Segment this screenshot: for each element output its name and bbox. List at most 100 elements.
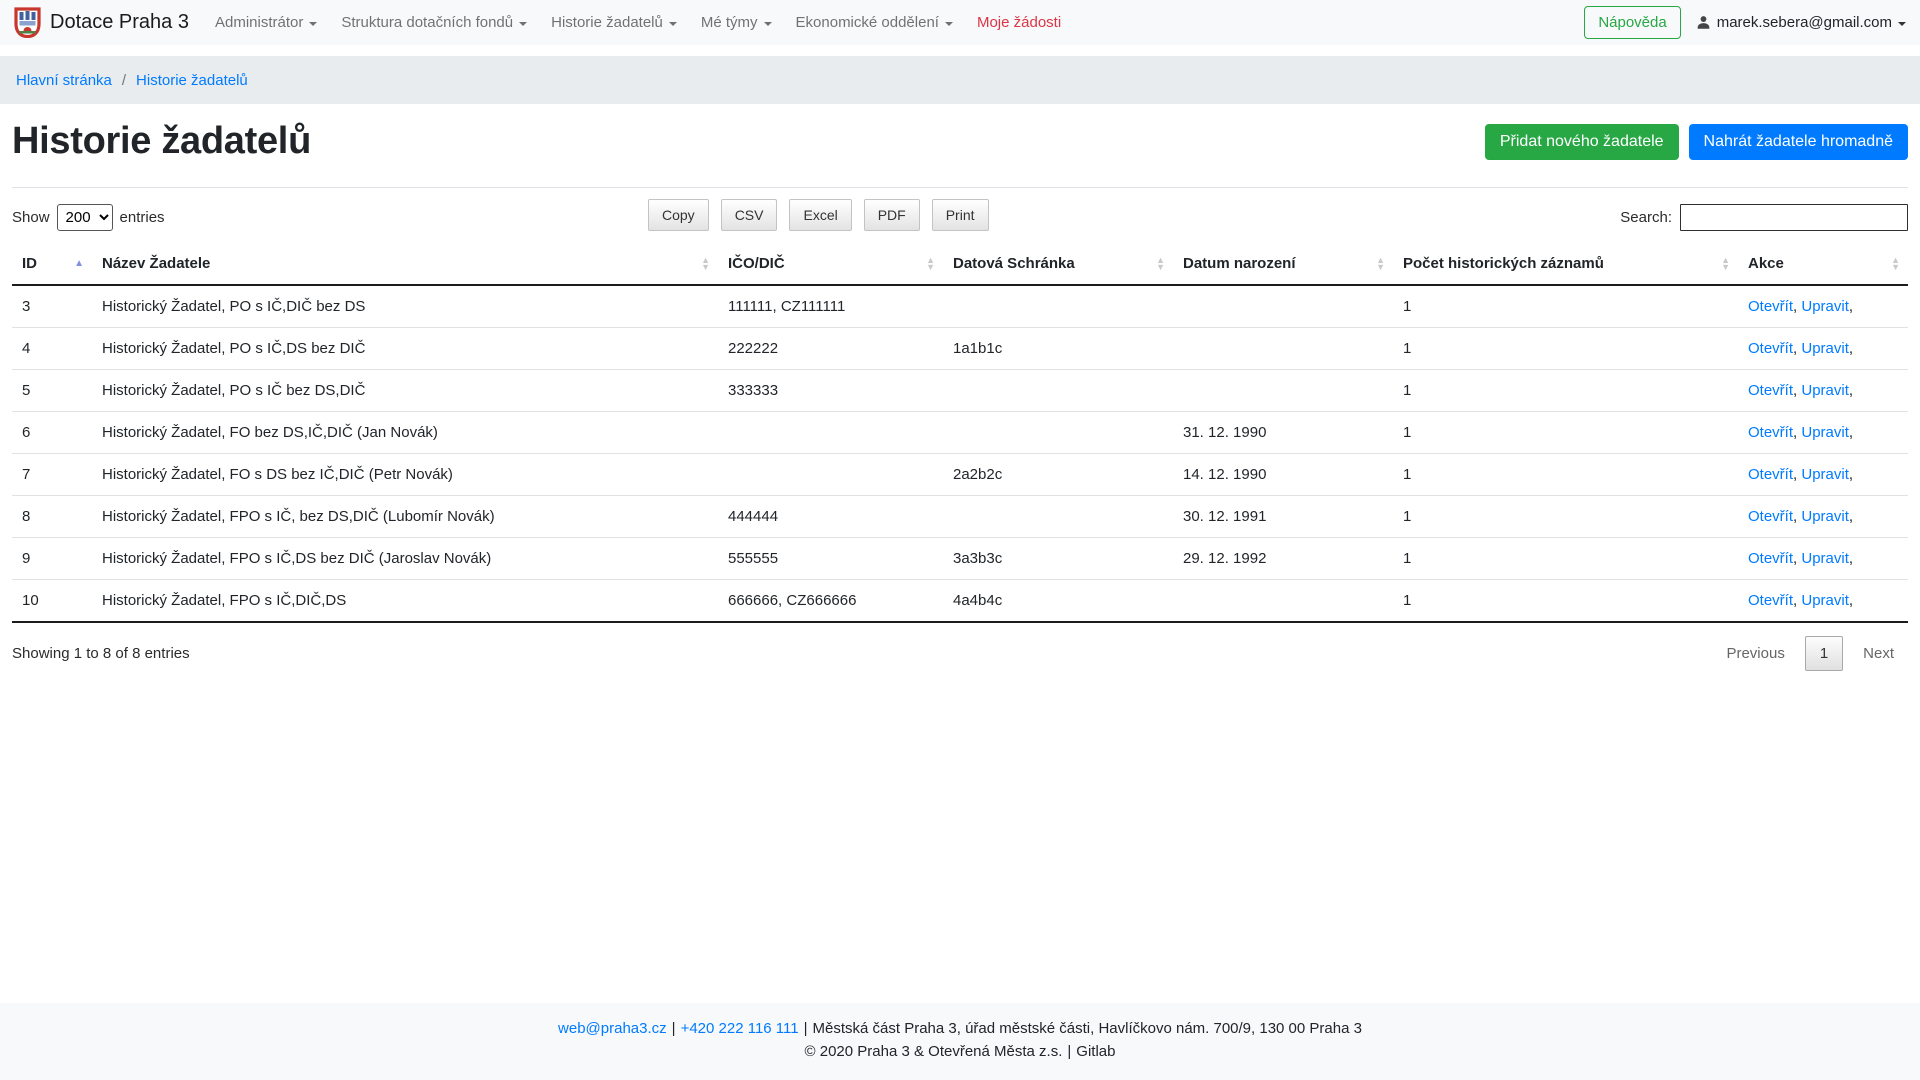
cell-actions: Otevřít, Upravit, <box>1738 412 1908 454</box>
nav-item-struktura-dotacnich-fondu[interactable]: Struktura dotačních fondů <box>329 14 539 31</box>
open-link[interactable]: Otevřít <box>1748 550 1793 567</box>
column-header-datova-schranka[interactable]: Datová Schránka ▲▼ <box>943 243 1173 285</box>
cell-name: Historický Žadatel, PO s IČ,DS bez DIČ <box>92 328 718 370</box>
print-button[interactable]: Print <box>932 199 989 231</box>
applicants-table: ID ▲ Název Žadatele ▲▼ IČO/DIČ ▲▼ Datová… <box>12 243 1908 623</box>
open-link[interactable]: Otevřít <box>1748 382 1793 399</box>
open-link[interactable]: Otevřít <box>1748 508 1793 525</box>
cell-pocet-zaznamu: 1 <box>1393 538 1738 580</box>
cell-datum-narozeni: 14. 12. 1990 <box>1173 454 1393 496</box>
gitlab-link[interactable]: Gitlab <box>1076 1043 1115 1060</box>
brand[interactable]: Dotace Praha 3 <box>14 7 189 38</box>
edit-link[interactable]: Upravit <box>1801 424 1849 441</box>
nav-item-moje-zadosti[interactable]: Moje žádosti <box>965 14 1073 31</box>
chevron-down-icon <box>1898 22 1906 26</box>
pdf-button[interactable]: PDF <box>864 199 920 231</box>
column-header-datum-narozeni[interactable]: Datum narození ▲▼ <box>1173 243 1393 285</box>
csv-button[interactable]: CSV <box>721 199 778 231</box>
next-page-button[interactable]: Next <box>1849 637 1908 670</box>
cell-actions: Otevřít, Upravit, <box>1738 370 1908 412</box>
edit-link[interactable]: Upravit <box>1801 508 1849 525</box>
page-title: Historie žadatelů <box>12 120 311 163</box>
chevron-down-icon <box>764 22 772 26</box>
sort-icons: ▲▼ <box>701 257 710 271</box>
table-row: 3 Historický Žadatel, PO s IČ,DIČ bez DS… <box>12 285 1908 328</box>
actions-trailing-comma: , <box>1849 382 1853 399</box>
edit-link[interactable]: Upravit <box>1801 298 1849 315</box>
table-body: 3 Historický Žadatel, PO s IČ,DIČ bez DS… <box>12 285 1908 622</box>
edit-link[interactable]: Upravit <box>1801 592 1849 609</box>
edit-link[interactable]: Upravit <box>1801 550 1849 567</box>
cell-ico-dic: 222222 <box>718 328 943 370</box>
table-row: 4 Historický Žadatel, PO s IČ,DS bez DIČ… <box>12 328 1908 370</box>
open-link[interactable]: Otevřít <box>1748 340 1793 357</box>
table-row: 8 Historický Žadatel, FPO s IČ, bez DS,D… <box>12 496 1908 538</box>
actions-trailing-comma: , <box>1849 298 1853 315</box>
cell-pocet-zaznamu: 1 <box>1393 328 1738 370</box>
bulk-upload-button[interactable]: Nahrát žadatele hromadně <box>1689 124 1908 160</box>
open-link[interactable]: Otevřít <box>1748 298 1793 315</box>
column-label: Datum narození <box>1183 255 1296 272</box>
edit-link[interactable]: Upravit <box>1801 340 1849 357</box>
nav-item-label: Administrátor <box>215 14 303 31</box>
cell-actions: Otevřít, Upravit, <box>1738 328 1908 370</box>
nav-item-ekonomicke-oddeleni[interactable]: Ekonomické oddělení <box>784 14 965 31</box>
open-link[interactable]: Otevřít <box>1748 592 1793 609</box>
open-link[interactable]: Otevřít <box>1748 424 1793 441</box>
column-header-akce[interactable]: Akce ▲▼ <box>1738 243 1908 285</box>
cell-datum-narozeni <box>1173 285 1393 328</box>
cell-id: 4 <box>12 328 92 370</box>
sort-icons: ▲▼ <box>1376 257 1385 271</box>
cell-datum-narozeni <box>1173 328 1393 370</box>
page-length-select[interactable]: 200 <box>57 204 113 231</box>
cell-id: 7 <box>12 454 92 496</box>
column-label: Akce <box>1748 255 1784 272</box>
cell-actions: Otevřít, Upravit, <box>1738 285 1908 328</box>
cell-ico-dic: 555555 <box>718 538 943 580</box>
phone-link[interactable]: +420 222 116 111 <box>681 1020 799 1037</box>
chevron-down-icon <box>519 22 527 26</box>
page-1-button[interactable]: 1 <box>1805 636 1843 671</box>
cell-datova-schranka <box>943 412 1173 454</box>
cell-id: 5 <box>12 370 92 412</box>
column-header-id[interactable]: ID ▲ <box>12 243 92 285</box>
column-header-ico-dic[interactable]: IČO/DIČ ▲▼ <box>718 243 943 285</box>
nav-item-me-tymy[interactable]: Mé týmy <box>689 14 784 31</box>
column-header-pocet-zaznamu[interactable]: Počet historických záznamů ▲▼ <box>1393 243 1738 285</box>
nav-item-administrator[interactable]: Administrátor <box>203 14 329 31</box>
cell-pocet-zaznamu: 1 <box>1393 496 1738 538</box>
footer-contact-line: web@praha3.cz|+420 222 116 111|Městská č… <box>0 1017 1920 1040</box>
edit-link[interactable]: Upravit <box>1801 466 1849 483</box>
top-navbar: Dotace Praha 3 Administrátor Struktura d… <box>0 0 1920 45</box>
open-link[interactable]: Otevřít <box>1748 466 1793 483</box>
cell-name: Historický Žadatel, FPO s IČ,DS bez DIČ … <box>92 538 718 580</box>
breadcrumb-current-link[interactable]: Historie žadatelů <box>136 72 248 89</box>
search-input[interactable] <box>1680 204 1908 231</box>
sort-icons: ▲▼ <box>926 257 935 271</box>
add-applicant-button[interactable]: Přidat nového žadatele <box>1485 124 1679 160</box>
nav-item-label: Ekonomické oddělení <box>796 14 939 31</box>
cell-name: Historický Žadatel, FO bez DS,IČ,DIČ (Ja… <box>92 412 718 454</box>
breadcrumb-home-link[interactable]: Hlavní stránka <box>16 72 112 89</box>
email-link[interactable]: web@praha3.cz <box>558 1020 667 1037</box>
export-buttons: Copy CSV Excel PDF Print <box>648 199 989 231</box>
cell-actions: Otevřít, Upravit, <box>1738 496 1908 538</box>
search-control: Search: <box>1620 204 1908 231</box>
cell-datova-schranka <box>943 496 1173 538</box>
nav-item-historie-zadatelu[interactable]: Historie žadatelů <box>539 14 689 31</box>
cell-ico-dic <box>718 454 943 496</box>
excel-button[interactable]: Excel <box>789 199 851 231</box>
cell-pocet-zaznamu: 1 <box>1393 412 1738 454</box>
user-menu[interactable]: marek.sebera@gmail.com <box>1696 14 1906 31</box>
copyright-text: © 2020 Praha 3 & Otevřená Města z.s. <box>805 1043 1063 1060</box>
show-label: Show <box>12 209 50 226</box>
table-header-row: ID ▲ Název Žadatele ▲▼ IČO/DIČ ▲▼ Datová… <box>12 243 1908 285</box>
sort-icons: ▲▼ <box>1891 257 1900 271</box>
help-button[interactable]: Nápověda <box>1584 6 1680 39</box>
edit-link[interactable]: Upravit <box>1801 382 1849 399</box>
footer-separator: | <box>804 1020 808 1037</box>
cell-actions: Otevřít, Upravit, <box>1738 580 1908 623</box>
column-header-nazev-zadatele[interactable]: Název Žadatele ▲▼ <box>92 243 718 285</box>
previous-page-button[interactable]: Previous <box>1712 637 1798 670</box>
copy-button[interactable]: Copy <box>648 199 709 231</box>
